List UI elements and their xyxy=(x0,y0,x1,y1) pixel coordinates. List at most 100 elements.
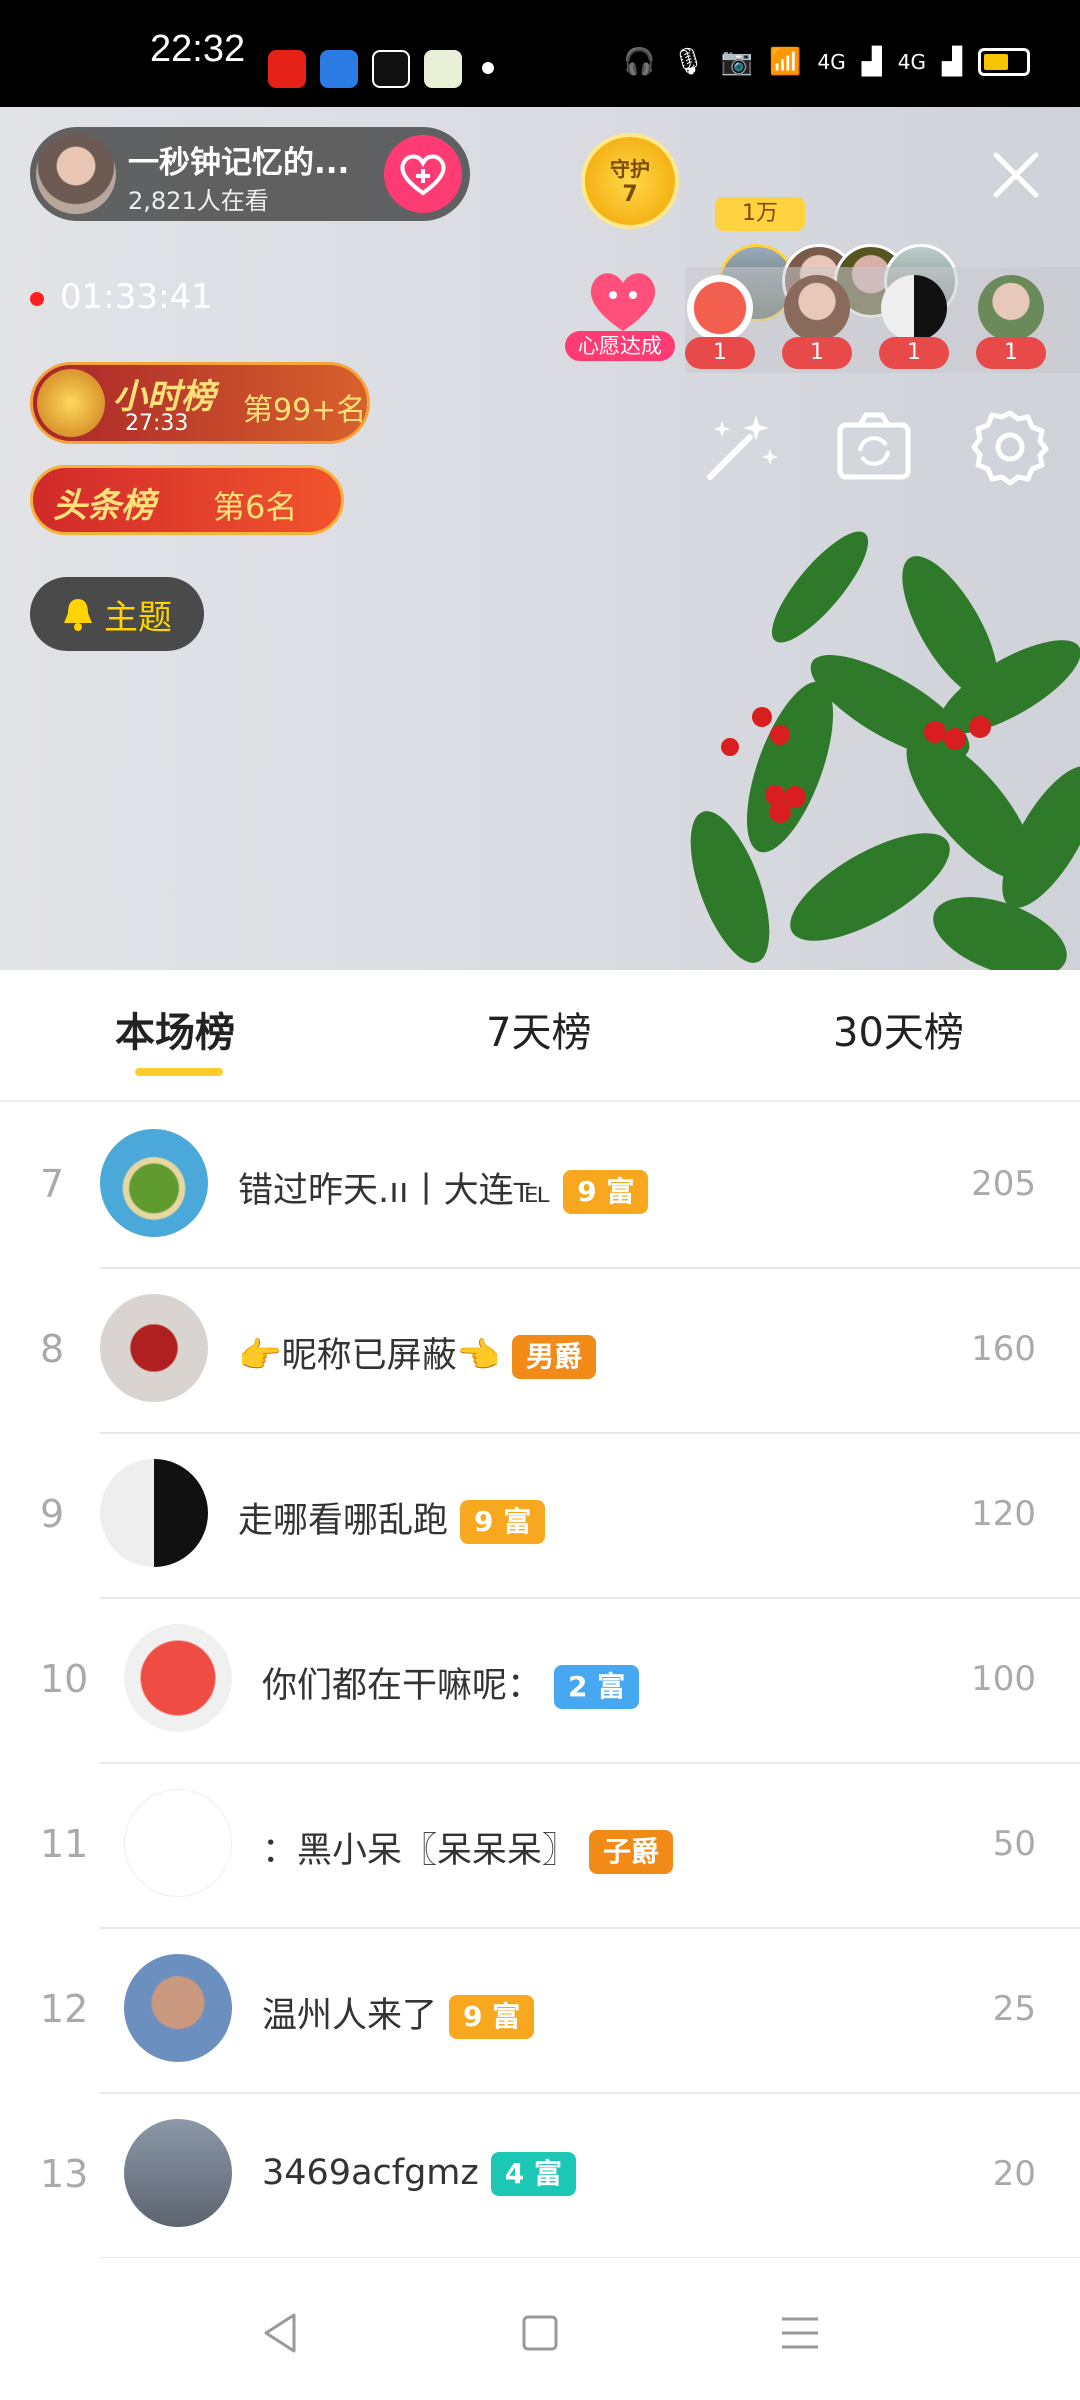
table-row[interactable]: 13 3469acfgmz 4 富 20 xyxy=(0,2094,1080,2259)
avatar[interactable] xyxy=(100,1129,208,1237)
level-badge: 9 富 xyxy=(563,1170,649,1214)
wish-widget[interactable]: 心愿达成 xyxy=(565,265,675,365)
live-video[interactable]: 一秒钟记忆的... 2,821人在看 守护 7 1万 01:33:41 心愿达成 xyxy=(0,107,1080,970)
home-icon[interactable] xyxy=(510,2303,570,2363)
table-row[interactable]: 12 温州人来了 9 富 25 xyxy=(0,1929,1080,2094)
rank-tabs: 本场榜 7天榜 30天榜 xyxy=(0,970,1080,1102)
status-bar: 22:32 🎧 🎙 📷 📶 4G ▟ 4G ▟ xyxy=(0,0,1080,107)
heart-face-icon xyxy=(590,273,656,331)
hour-rank-badge[interactable]: 小时榜 27:33 第99+名 xyxy=(30,362,370,444)
rank-user[interactable]: 1 xyxy=(976,275,1046,369)
guard-badge[interactable]: 守护 7 xyxy=(585,137,675,225)
recording-dot-icon xyxy=(30,291,44,306)
top-rank-title: 头条榜 xyxy=(53,486,155,526)
rank-user-count: 1 xyxy=(879,337,949,369)
battery-icon xyxy=(978,48,1030,76)
level-badge: 男爵 xyxy=(512,1335,597,1379)
follow-button[interactable] xyxy=(384,135,462,213)
score: 50 xyxy=(992,1824,1036,1864)
fans-badge: 1万 xyxy=(715,197,805,231)
tiktok-icon xyxy=(372,50,410,88)
nickname: 你们都在干嘛呢： 2 富 xyxy=(262,1657,640,1709)
tab-current-session[interactable]: 本场榜 xyxy=(115,1000,235,1058)
menu-icon[interactable] xyxy=(770,2303,830,2363)
timer-text: 01:33:41 xyxy=(60,277,213,317)
score: 20 xyxy=(992,2154,1036,2194)
nickname-text: 你们都在干嘛呢： xyxy=(262,1666,543,1706)
navigation-bar xyxy=(0,2258,1080,2400)
status-icons: 🎧 🎙 📷 📶 4G ▟ 4G ▟ xyxy=(623,48,1030,76)
score: 160 xyxy=(971,1329,1036,1369)
level-badge: 2 富 xyxy=(554,1665,640,1709)
rank-number: 10 xyxy=(40,1657,89,1701)
camera-icon: 📷 xyxy=(720,47,754,77)
table-row[interactable]: 9 走哪看哪乱跑 9 富 120 xyxy=(0,1434,1080,1599)
headphones-icon: 🎧 xyxy=(623,47,656,77)
nickname-text: 3469acfgmz xyxy=(262,2153,479,2193)
wish-label: 心愿达成 xyxy=(565,331,675,361)
screen: { "status_bar": { "time": "22:32", "sign… xyxy=(0,0,1080,2400)
settings-gear-icon[interactable] xyxy=(970,407,1050,487)
score: 120 xyxy=(971,1494,1036,1534)
nickname: ：黑小呆〖呆呆呆〗 子爵 xyxy=(262,1822,674,1874)
nickname-text: 错过昨天.ıı丨大连℡ xyxy=(238,1171,552,1211)
avatar xyxy=(784,275,850,341)
avatar[interactable] xyxy=(124,1624,232,1732)
avatar[interactable] xyxy=(124,1954,232,2062)
rank-user[interactable]: 1 xyxy=(879,275,949,369)
guard-count: 7 xyxy=(622,182,638,207)
avatar[interactable] xyxy=(124,2119,232,2227)
score: 25 xyxy=(992,1989,1036,2029)
nickname-text: 温州人来了 xyxy=(262,1996,438,2036)
theme-button[interactable]: 主题 xyxy=(30,577,204,651)
anchor-avatar[interactable] xyxy=(36,134,116,214)
viewer-count: 2,821人在看 xyxy=(128,187,269,215)
level-badge: 子爵 xyxy=(589,1830,674,1874)
nickname-text: 走哪看哪乱跑 xyxy=(238,1501,449,1541)
table-row[interactable]: 8 👉昵称已屏蔽👈 男爵 160 xyxy=(0,1269,1080,1434)
score: 100 xyxy=(971,1659,1036,1699)
table-row[interactable]: 7 错过昨天.ıı丨大连℡ 9 富 205 xyxy=(0,1104,1080,1269)
avatar xyxy=(881,275,947,341)
audience-rank-strip[interactable]: 1 1 1 1 xyxy=(685,267,1080,373)
avatar[interactable] xyxy=(100,1459,208,1567)
signal-label-2: 4G xyxy=(897,50,926,74)
app-icon xyxy=(424,50,462,88)
tab-active-indicator xyxy=(135,1068,223,1076)
avatar[interactable] xyxy=(100,1294,208,1402)
flip-camera-icon[interactable] xyxy=(834,407,914,487)
live-timer: 01:33:41 xyxy=(30,277,213,317)
nickname: 错过昨天.ıı丨大连℡ 9 富 xyxy=(238,1162,649,1214)
anchor-name: 一秒钟记忆的... xyxy=(128,145,350,181)
rank-user-count: 1 xyxy=(976,337,1046,369)
magic-wand-icon[interactable] xyxy=(700,407,780,487)
table-row[interactable]: 11 ：黑小呆〖呆呆呆〗 子爵 50 xyxy=(0,1764,1080,1929)
table-row[interactable]: 10 你们都在干嘛呢： 2 富 100 xyxy=(0,1599,1080,1764)
heart-plus-icon xyxy=(400,154,446,196)
close-icon[interactable] xyxy=(988,147,1044,203)
signal-icon: ▟ xyxy=(861,47,882,77)
rank-number: 12 xyxy=(40,1987,89,2031)
youtube-icon xyxy=(268,50,306,88)
tab-30-days[interactable]: 30天榜 xyxy=(833,1000,964,1058)
back-icon[interactable] xyxy=(250,2303,310,2363)
tab-7-days[interactable]: 7天榜 xyxy=(486,1000,591,1058)
mic-icon: 🎙 xyxy=(671,47,705,77)
nickname: 3469acfgmz 4 富 xyxy=(262,2152,577,2196)
top-rank-badge[interactable]: 头条榜 第6名 xyxy=(30,465,344,535)
rank-user[interactable]: 1 xyxy=(782,275,852,369)
rank-user[interactable]: 1 xyxy=(685,275,755,369)
signal-label-1: 4G xyxy=(817,50,846,74)
hour-rank-time: 27:33 xyxy=(125,411,189,436)
level-badge: 4 富 xyxy=(490,2152,577,2196)
nickname-text: ：黑小呆〖呆呆呆〗 xyxy=(262,1831,578,1871)
top-rank-place: 第6名 xyxy=(213,488,298,526)
nickname-text: 👉昵称已屏蔽👈 xyxy=(238,1336,501,1376)
rank-number: 13 xyxy=(40,2152,89,2196)
signal-icon-2: ▟ xyxy=(942,47,962,77)
trophy-icon xyxy=(37,369,105,437)
avatar[interactable] xyxy=(124,1789,232,1897)
edge-icon xyxy=(320,50,358,88)
anchor-info[interactable]: 一秒钟记忆的... 2,821人在看 xyxy=(30,127,470,221)
hour-rank-place: 第99+名 xyxy=(243,393,367,428)
